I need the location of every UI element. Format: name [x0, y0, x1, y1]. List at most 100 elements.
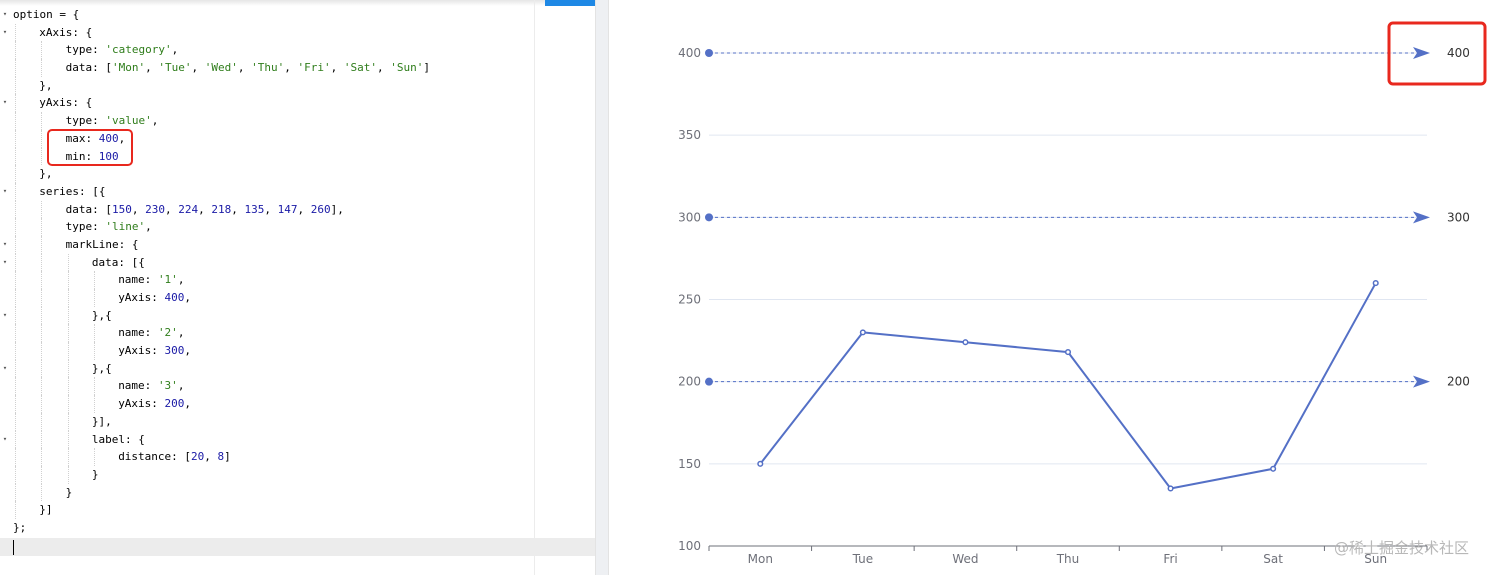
chevron-down-icon[interactable]: ▾ — [1, 183, 9, 201]
code-text: }], — [92, 413, 112, 431]
code-line[interactable]: }, — [0, 76, 595, 95]
code-line[interactable]: ▾ data: [{ — [0, 253, 595, 272]
code-line[interactable]: yAxis: 400, — [0, 289, 595, 307]
code-line[interactable]: ▾ markLine: { — [0, 235, 595, 254]
y-tick-label: 300 — [678, 210, 701, 224]
code-line[interactable]: name: '3', — [0, 377, 595, 396]
indent-guide — [15, 182, 16, 201]
code-token: },{ — [91, 361, 112, 375]
code-line[interactable]: }] — [0, 501, 595, 519]
code-line[interactable]: distance: [20, 8] — [0, 448, 595, 466]
code-line[interactable]: data: [150, 230, 224, 218, 135, 147, 260… — [0, 200, 595, 219]
chevron-down-icon[interactable]: ▾ — [1, 431, 9, 449]
code-token: , — [198, 202, 212, 216]
code-token: }, — [39, 167, 53, 181]
indent-guide — [67, 465, 69, 484]
chevron-down-icon[interactable]: ▾ — [1, 94, 9, 112]
code-text: },{ — [92, 307, 112, 325]
code-line[interactable]: type: 'category', — [0, 41, 595, 60]
chevron-down-icon[interactable]: ▾ — [1, 360, 9, 378]
code-text: } — [92, 466, 99, 484]
code-editor[interactable]: ▾ option = {▾ xAxis: {type: 'category', dat… — [0, 0, 595, 575]
code-token: , — [184, 344, 192, 358]
code-number: 230 — [145, 202, 165, 216]
line-chart: 100150200250300350400Mon Tue Wed Thu Fri Sat S… — [678, 21, 1487, 566]
code-text: }, — [39, 77, 52, 95]
indent-guide — [15, 342, 16, 360]
y-tick-label: 200 — [678, 375, 701, 389]
y-tick-label: 400 — [678, 46, 701, 60]
code-line[interactable]: }, — [0, 165, 595, 183]
code-line[interactable]: name: '2', — [0, 324, 595, 343]
code-line[interactable]: ▾ series: [{ — [0, 182, 595, 201]
x-tick-label: Sat — [1263, 552, 1283, 566]
data-point — [1064, 349, 1072, 356]
indent-guide — [15, 94, 16, 113]
code-token: }, — [39, 78, 53, 92]
code-line[interactable]: data: ['Mon', 'Tue', 'Wed', 'Thu', 'Fri'… — [0, 59, 595, 77]
indent-guide — [67, 289, 69, 307]
code-line[interactable]: ▾ yAxis: { — [0, 94, 595, 113]
code-text: type: 'category', — [66, 41, 179, 59]
code-token: name: — [118, 273, 158, 287]
code-token: xAxis: { — [39, 25, 93, 39]
indent-guide — [41, 112, 43, 130]
code-token: , — [184, 291, 192, 304]
indent-guide — [93, 342, 95, 360]
text-cursor — [13, 540, 14, 555]
code-token: series: [{ — [39, 184, 106, 198]
code-line[interactable]: } — [0, 465, 595, 484]
code-string: 'value' — [105, 114, 152, 128]
code-lines[interactable]: ▾ option = {▾ xAxis: {type: 'category', dat… — [0, 6, 595, 537]
chevron-down-icon[interactable]: ▾ — [1, 254, 9, 272]
indent-guide — [15, 501, 16, 519]
watermark: @稀土掘金技术社区 — [1334, 539, 1470, 557]
code-text: name: '2', — [118, 324, 184, 342]
code-number: 20 — [191, 450, 205, 464]
code-highlight-box — [47, 129, 133, 166]
data-point — [757, 460, 764, 467]
code-token: name: — [118, 379, 158, 393]
code-number: 260 — [310, 202, 331, 216]
code-string: '2' — [157, 326, 178, 340]
code-line[interactable]: ▾ },{ — [0, 359, 595, 378]
code-line[interactable]: }], — [0, 412, 595, 431]
code-line[interactable]: type: 'line', — [0, 218, 595, 236]
code-line[interactable]: ▾ label: { — [0, 430, 595, 449]
indent-guide — [15, 165, 16, 183]
code-text: data: [{ — [92, 254, 145, 272]
code-text: name: '1', — [118, 271, 184, 289]
indent-guide — [15, 465, 16, 484]
chevron-down-icon[interactable]: ▾ — [1, 236, 9, 254]
code-line[interactable]: }; — [0, 519, 595, 537]
indent-guide — [15, 112, 16, 130]
code-token: yAxis: { — [39, 96, 93, 110]
chevron-down-icon[interactable]: ▾ — [1, 307, 9, 325]
x-tick-label: Wed — [952, 552, 978, 566]
code-line[interactable]: yAxis: 300, — [0, 342, 595, 360]
chevron-down-icon[interactable]: ▾ — [1, 24, 9, 42]
code-token: , — [131, 202, 146, 216]
panel-splitter[interactable] — [595, 0, 609, 575]
chevron-down-icon[interactable]: ▾ — [1, 6, 9, 24]
code-line[interactable]: ▾ xAxis: { — [0, 23, 595, 42]
x-tick-label: Fri — [1163, 552, 1177, 566]
code-line[interactable]: type: 'value', — [0, 112, 595, 130]
code-text: distance: [20, 8] — [118, 448, 231, 466]
data-point — [1167, 485, 1174, 492]
indent-guide — [15, 147, 16, 166]
mark-line-label: 300 — [1447, 210, 1470, 224]
indent-guide — [41, 147, 43, 166]
indent-guide — [41, 324, 43, 343]
code-line[interactable]: ▾ option = { — [0, 6, 595, 24]
code-line[interactable]: yAxis: 200, — [0, 395, 595, 413]
code-line[interactable]: ▾ },{ — [0, 306, 595, 325]
code-string: 'category' — [105, 43, 172, 57]
code-line[interactable]: } — [0, 483, 595, 502]
code-text: series: [{ — [39, 183, 105, 201]
x-tick-label: Mon — [748, 552, 773, 566]
code-string: 'Tue' — [158, 61, 192, 75]
code-line[interactable]: name: '1', — [0, 271, 595, 289]
indent-guide — [15, 395, 16, 413]
indent-guide — [41, 448, 43, 466]
